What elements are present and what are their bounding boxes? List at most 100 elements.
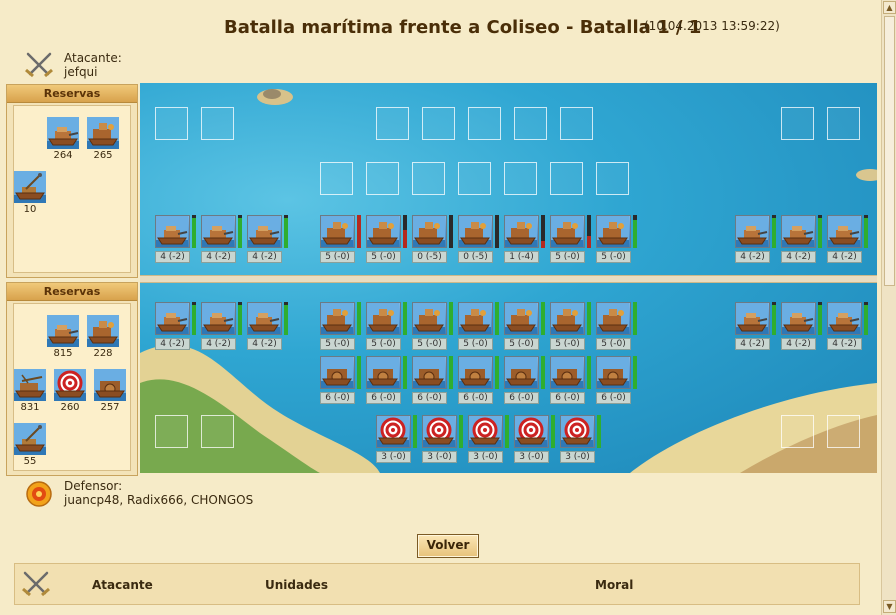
empty-slot [376, 107, 409, 140]
unit-health-bar [864, 302, 868, 335]
reserve-unit[interactable]: 260 [53, 369, 87, 413]
unit-health-bar [772, 302, 776, 335]
unit-health-bar [192, 302, 196, 335]
unit-health-bar [495, 356, 499, 389]
reserve-unit[interactable]: 10 [13, 171, 47, 215]
battle-unit[interactable]: 4 (-2) [201, 302, 245, 352]
battle-unit[interactable]: 5 (-0) [320, 302, 364, 352]
ram-ship-icon [201, 302, 236, 335]
fire-ship-icon [320, 215, 355, 248]
empty-slot [514, 107, 547, 140]
unit-health-bar [449, 302, 453, 335]
battle-unit[interactable]: 6 (-0) [504, 356, 548, 406]
empty-slot [366, 162, 399, 195]
fire-ship-icon [550, 215, 585, 248]
empty-slot [412, 162, 445, 195]
battle-unit[interactable]: 4 (-2) [201, 215, 245, 265]
battle-unit[interactable]: 5 (-0) [596, 302, 640, 352]
battle-unit[interactable]: 5 (-0) [596, 215, 640, 265]
battle-unit[interactable]: 5 (-0) [412, 302, 456, 352]
empty-slot [155, 415, 188, 448]
reserve-count: 10 [23, 204, 37, 215]
battle-unit[interactable]: 4 (-2) [827, 215, 871, 265]
battle-unit[interactable]: 3 (-0) [560, 415, 604, 465]
unit-health-bar [633, 215, 637, 248]
battle-unit[interactable]: 4 (-2) [247, 302, 291, 352]
empty-slot [201, 415, 234, 448]
battle-unit[interactable]: 4 (-2) [155, 302, 199, 352]
battle-unit[interactable]: 4 (-2) [247, 215, 291, 265]
scroll-up-icon[interactable]: ▲ [883, 1, 896, 14]
battle-unit[interactable]: 4 (-2) [781, 215, 825, 265]
paddle-ship-icon [550, 356, 585, 389]
paddle-ship-icon [366, 356, 401, 389]
ram-ship-icon [735, 215, 770, 248]
unit-count-label: 4 (-2) [781, 251, 816, 263]
unit-count-label: 4 (-2) [155, 251, 190, 263]
battle-unit[interactable]: 6 (-0) [320, 356, 364, 406]
reserve-unit[interactable]: 257 [93, 369, 127, 413]
battle-unit[interactable]: 6 (-0) [458, 356, 502, 406]
battle-unit[interactable]: 4 (-2) [735, 302, 779, 352]
attacker-name[interactable]: jefqui [64, 66, 98, 79]
battle-unit[interactable]: 3 (-0) [514, 415, 558, 465]
battle-unit[interactable]: 5 (-0) [550, 215, 594, 265]
battle-unit[interactable]: 3 (-0) [468, 415, 512, 465]
battle-unit[interactable]: 4 (-2) [735, 215, 779, 265]
battle-unit[interactable]: 3 (-0) [422, 415, 466, 465]
defender-names[interactable]: juancp48, Radix666, CHONGOS [64, 494, 253, 507]
reserve-unit[interactable]: 228 [86, 315, 120, 359]
reserve-unit[interactable]: 264 [46, 117, 80, 161]
battle-unit[interactable]: 5 (-0) [366, 215, 410, 265]
unit-health-bar [357, 215, 361, 248]
reserve-count: 260 [60, 402, 80, 413]
empty-slot [422, 107, 455, 140]
fire-ship-icon [458, 302, 493, 335]
target-icon [54, 369, 86, 401]
unit-count-label: 4 (-2) [827, 338, 862, 350]
scroll-down-icon[interactable]: ▼ [883, 600, 896, 613]
battle-unit[interactable]: 3 (-0) [376, 415, 420, 465]
volver-button[interactable]: Volver [417, 534, 479, 558]
reserve-unit[interactable]: 815 [46, 315, 80, 359]
unit-health-bar [864, 215, 868, 248]
reserve-unit[interactable]: 831 [13, 369, 47, 413]
unit-count-label: 4 (-2) [201, 251, 236, 263]
crossed-swords-icon [25, 52, 53, 78]
battle-unit[interactable]: 5 (-0) [320, 215, 364, 265]
battle-unit[interactable]: 4 (-2) [155, 215, 199, 265]
battle-unit[interactable]: 4 (-2) [781, 302, 825, 352]
unit-health-bar [357, 302, 361, 335]
scroll-thumb[interactable] [884, 16, 895, 286]
battle-unit[interactable]: 6 (-0) [550, 356, 594, 406]
unit-health-bar [403, 215, 407, 248]
battle-unit[interactable]: 0 (-5) [412, 215, 456, 265]
fire-ship-icon [550, 302, 585, 335]
battle-unit[interactable]: 6 (-0) [412, 356, 456, 406]
battle-unit[interactable]: 5 (-0) [366, 302, 410, 352]
battle-date: (10.04.2013 13:59:22) [644, 19, 780, 33]
ballista-ship-icon [14, 369, 46, 401]
battle-unit[interactable]: 6 (-0) [366, 356, 410, 406]
reserve-count: 228 [93, 348, 113, 359]
unit-count-label: 6 (-0) [366, 392, 401, 404]
reserve-unit[interactable]: 265 [86, 117, 120, 161]
reserve-unit[interactable]: 55 [13, 423, 47, 467]
battle-unit[interactable]: 5 (-0) [550, 302, 594, 352]
attacker-role: Atacante: [64, 51, 122, 65]
battle-unit[interactable]: 4 (-2) [827, 302, 871, 352]
unit-count-label: 4 (-2) [781, 338, 816, 350]
battle-unit[interactable]: 6 (-0) [596, 356, 640, 406]
ram-ship-icon [781, 215, 816, 248]
vertical-scrollbar[interactable]: ▲ ▼ [881, 0, 896, 615]
battle-unit[interactable]: 5 (-0) [504, 302, 548, 352]
catapult-ship-icon [14, 171, 46, 203]
unit-count-label: 4 (-2) [735, 251, 770, 263]
battle-unit[interactable]: 0 (-5) [458, 215, 502, 265]
unit-health-bar [284, 302, 288, 335]
battle-unit[interactable]: 1 (-4) [504, 215, 548, 265]
unit-count-label: 6 (-0) [596, 392, 631, 404]
battle-unit[interactable]: 5 (-0) [458, 302, 502, 352]
battle-title: Batalla marítima frente a Coliseo - Bata… [224, 17, 702, 38]
target-ship-icon [560, 415, 595, 448]
